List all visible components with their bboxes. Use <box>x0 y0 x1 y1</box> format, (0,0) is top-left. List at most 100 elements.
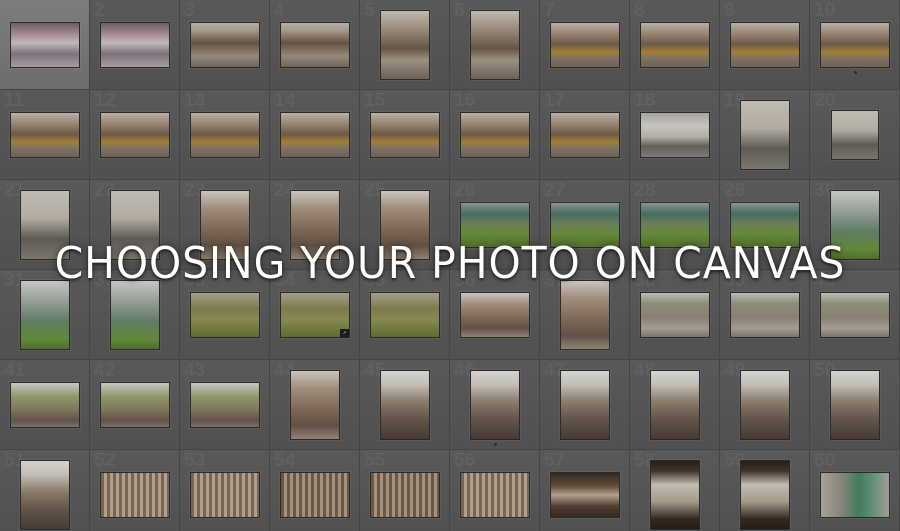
photo-thumbnail[interactable] <box>650 370 700 440</box>
grid-cell[interactable]: 13 <box>180 90 270 180</box>
photo-thumbnail[interactable] <box>190 382 260 428</box>
lightroom-grid-view: 2 3 4 5 6 7 8 9 10 11 12 13 14 15 16 17 18 19 20 21 22 23 24 25… <box>0 0 900 531</box>
grid-cell[interactable]: 56 <box>450 450 540 531</box>
photo-thumbnail[interactable] <box>460 292 530 338</box>
grid-cell[interactable]: 17 <box>540 90 630 180</box>
photo-thumbnail[interactable] <box>380 370 430 440</box>
photo-thumbnail[interactable] <box>460 112 530 158</box>
grid-cell[interactable]: 14 <box>270 90 360 180</box>
grid-cell[interactable]: 2 <box>90 0 180 90</box>
photo-thumbnail[interactable] <box>280 112 350 158</box>
cell-index-number: 12 <box>94 90 116 111</box>
photo-thumbnail[interactable] <box>740 370 790 440</box>
grid-cell[interactable]: 54 <box>270 450 360 531</box>
photo-thumbnail[interactable] <box>20 460 70 530</box>
grid-cell[interactable]: 47 <box>540 360 630 450</box>
photo-thumbnail[interactable] <box>10 112 80 158</box>
photo-thumbnail[interactable] <box>380 10 430 80</box>
grid-cell[interactable]: 12 <box>90 90 180 180</box>
photo-thumbnail[interactable] <box>100 22 170 68</box>
photo-thumbnail[interactable] <box>560 370 610 440</box>
grid-cell[interactable]: 49 <box>720 360 810 450</box>
grid-cell[interactable]: 52 <box>90 450 180 531</box>
grid-cell[interactable]: 48 <box>630 360 720 450</box>
cell-index-number: 42 <box>94 360 116 381</box>
photo-thumbnail[interactable] <box>730 22 800 68</box>
grid-cell[interactable]: 53 <box>180 450 270 531</box>
photo-thumbnail[interactable] <box>640 22 710 68</box>
grid-cell[interactable]: 16 <box>450 90 540 180</box>
cell-index-number: 53 <box>184 450 206 471</box>
grid-cell[interactable] <box>0 0 90 90</box>
photo-thumbnail[interactable] <box>190 22 260 68</box>
grid-cell[interactable]: 41 <box>0 360 90 450</box>
grid-cell[interactable]: 5 <box>360 0 450 90</box>
grid-cell[interactable]: 7 <box>540 0 630 90</box>
grid-cell[interactable]: 6 <box>450 0 540 90</box>
grid-cell[interactable]: 58 <box>630 450 720 531</box>
photo-thumbnail[interactable] <box>831 110 879 160</box>
grid-cell[interactable]: 45 <box>360 360 450 450</box>
grid-cell[interactable]: 51 <box>0 450 90 531</box>
edit-badge-icon: ↗ <box>340 329 349 337</box>
photo-thumbnail[interactable] <box>550 112 620 158</box>
photo-thumbnail[interactable] <box>10 382 80 428</box>
photo-thumbnail[interactable] <box>740 100 790 170</box>
photo-thumbnail[interactable] <box>280 472 350 518</box>
photo-thumbnail[interactable] <box>10 22 80 68</box>
photo-thumbnail[interactable] <box>730 292 800 338</box>
cell-index-number: 3 <box>184 0 195 21</box>
grid-cell[interactable]: 11 <box>0 90 90 180</box>
photo-thumbnail[interactable] <box>550 472 620 518</box>
photo-thumbnail[interactable] <box>460 472 530 518</box>
photo-thumbnail[interactable] <box>370 472 440 518</box>
grid-cell[interactable]: 3 <box>180 0 270 90</box>
photo-thumbnail[interactable] <box>640 112 710 158</box>
photo-thumbnail[interactable] <box>100 382 170 428</box>
grid-cell[interactable]: 46 <box>450 360 540 450</box>
flag-marker-icon <box>494 443 497 446</box>
photo-thumbnail[interactable] <box>470 10 520 80</box>
photo-thumbnail[interactable] <box>640 292 710 338</box>
cell-index-number: 20 <box>814 90 836 111</box>
cell-index-number: 60 <box>814 450 836 471</box>
grid-cell[interactable]: 10 <box>810 0 900 90</box>
photo-thumbnail[interactable] <box>190 292 260 338</box>
photo-thumbnail[interactable] <box>290 370 340 440</box>
grid-cell[interactable]: 15 <box>360 90 450 180</box>
grid-cell[interactable]: 4 <box>270 0 360 90</box>
cell-index-number: 54 <box>274 450 296 471</box>
cell-index-number: 6 <box>454 0 465 21</box>
grid-cell[interactable]: 55 <box>360 450 450 531</box>
grid-cell[interactable]: 18 <box>630 90 720 180</box>
grid-cell[interactable]: 60 <box>810 450 900 531</box>
grid-cell[interactable]: 57 <box>540 450 630 531</box>
grid-cell[interactable]: 44 <box>270 360 360 450</box>
grid-cell[interactable]: 20 <box>810 90 900 180</box>
grid-cell[interactable]: 50 <box>810 360 900 450</box>
grid-cell[interactable]: 19 <box>720 90 810 180</box>
photo-thumbnail[interactable] <box>370 112 440 158</box>
cell-index-number: 13 <box>184 90 206 111</box>
photo-thumbnail[interactable] <box>280 22 350 68</box>
grid-cell[interactable]: 43 <box>180 360 270 450</box>
grid-cell[interactable]: 42 <box>90 360 180 450</box>
photo-thumbnail[interactable] <box>100 112 170 158</box>
photo-thumbnail[interactable] <box>190 112 260 158</box>
grid-cell[interactable]: 9 <box>720 0 810 90</box>
photo-thumbnail[interactable] <box>190 472 260 518</box>
photo-thumbnail[interactable] <box>100 472 170 518</box>
photo-thumbnail[interactable] <box>830 370 880 440</box>
photo-thumbnail[interactable] <box>740 460 790 530</box>
grid-cell[interactable]: 59 <box>720 450 810 531</box>
photo-thumbnail[interactable] <box>370 292 440 338</box>
cell-index-number: 26 <box>454 180 476 201</box>
cell-index-number: 17 <box>544 90 566 111</box>
photo-thumbnail[interactable] <box>470 370 520 440</box>
grid-cell[interactable]: 8 <box>630 0 720 90</box>
photo-thumbnail[interactable] <box>820 22 890 68</box>
photo-thumbnail[interactable] <box>820 292 890 338</box>
photo-thumbnail[interactable] <box>650 460 700 530</box>
photo-thumbnail[interactable] <box>820 472 890 518</box>
photo-thumbnail[interactable] <box>550 22 620 68</box>
